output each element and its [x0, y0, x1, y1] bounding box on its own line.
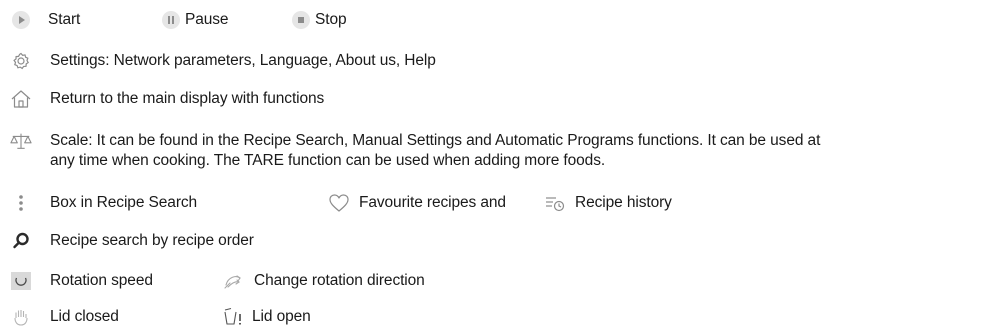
- legend-favourites: Favourite recipes and: [328, 193, 506, 213]
- settings-label: Settings: Network parameters, Language, …: [50, 52, 436, 69]
- lid-closed-icon: [10, 307, 32, 327]
- home-label: Return to the main display with function…: [50, 90, 325, 107]
- heart-icon: [328, 193, 350, 213]
- favourites-label: Favourite recipes and: [359, 194, 506, 211]
- legend-home: Return to the main display with function…: [10, 89, 324, 109]
- pause-icon: [160, 10, 182, 30]
- rotation-direction-icon: [222, 271, 244, 291]
- home-icon: [10, 89, 32, 109]
- start-label: Start: [48, 11, 81, 28]
- lid-open-icon: [222, 307, 244, 327]
- legend-start: Start: [10, 10, 80, 30]
- gear-icon: [10, 51, 32, 71]
- stop-label: Stop: [315, 11, 347, 28]
- legend-rotation-speed: Rotation speed: [10, 271, 153, 291]
- legend-rotation-direction: Change rotation direction: [222, 271, 425, 291]
- vertical-dots-icon: [10, 193, 32, 213]
- play-icon: [10, 10, 32, 30]
- legend-scale-icon-wrap: [10, 131, 32, 151]
- lid-closed-label: Lid closed: [50, 308, 119, 325]
- legend-box: Box in Recipe Search: [10, 193, 197, 213]
- scale-icon: [10, 131, 32, 151]
- legend-settings: Settings: Network parameters, Language, …: [10, 51, 436, 71]
- scale-line-1: Scale: It can be found in the Recipe Sea…: [50, 132, 821, 149]
- history-label: Recipe history: [575, 194, 672, 211]
- box-label: Box in Recipe Search: [50, 194, 198, 211]
- history-icon: [544, 193, 566, 213]
- rotation-speed-label: Rotation speed: [50, 272, 153, 289]
- lid-open-label: Lid open: [252, 308, 311, 325]
- search-label: Recipe search by recipe order: [50, 232, 254, 249]
- legend-pause: Pause: [160, 10, 229, 30]
- rotation-direction-label: Change rotation direction: [254, 272, 425, 289]
- legend-lid-closed: Lid closed: [10, 307, 119, 327]
- legend-lid-open: Lid open: [222, 307, 311, 327]
- rotation-speed-icon: [10, 271, 32, 291]
- scale-line-2: any time when cooking. The TARE function…: [50, 152, 606, 169]
- legend-history: Recipe history: [544, 193, 672, 213]
- scale-description: Scale: It can be found in the Recipe Sea…: [50, 131, 980, 171]
- pause-label: Pause: [185, 11, 229, 28]
- legend-stop: Stop: [290, 10, 347, 30]
- search-icon: [10, 231, 32, 251]
- legend-search: Recipe search by recipe order: [10, 231, 254, 251]
- stop-icon: [290, 10, 312, 30]
